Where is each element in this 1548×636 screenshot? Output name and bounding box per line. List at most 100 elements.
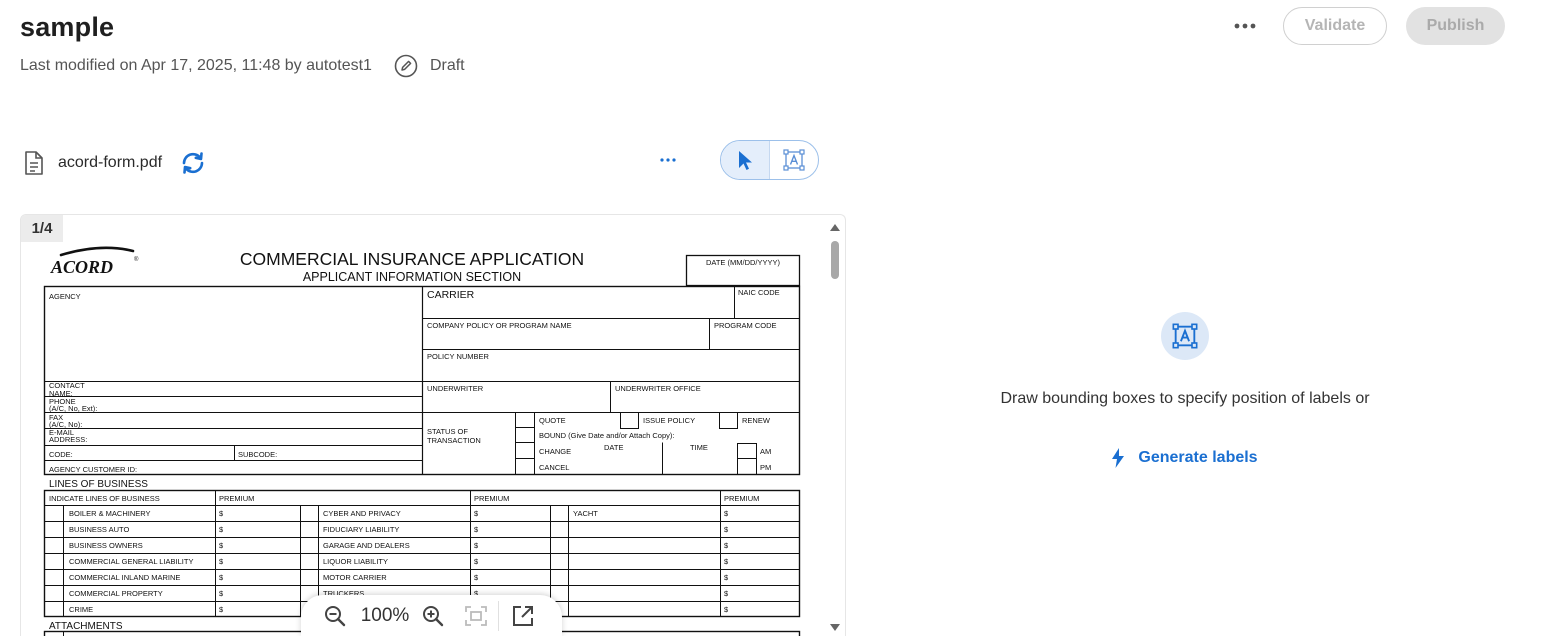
time-label: TIME <box>690 443 708 452</box>
file-toolbar: acord-form.pdf <box>22 140 822 180</box>
premium-dollar-sign: $ <box>219 541 224 550</box>
premium-dollar-sign: $ <box>474 541 479 550</box>
premium-dollar-sign: $ <box>724 509 729 518</box>
premium-dollar-sign: $ <box>219 573 224 582</box>
generate-labels-button[interactable]: Generate labels <box>1112 448 1258 468</box>
pdf-page[interactable]: ACORD ® COMMERCIAL INSURANCE APPLICATION… <box>21 215 826 636</box>
line-of-business-label: COMMERCIAL PROPERTY <box>69 589 163 598</box>
agency-customer-id-label: AGENCY CUSTOMER ID: <box>49 465 137 474</box>
zoom-in-icon <box>423 605 444 626</box>
file-more-icon[interactable] <box>656 150 680 170</box>
last-modified-text: Last modified on Apr 17, 2025, 11:48 by … <box>20 57 372 74</box>
edit-pencil-icon[interactable] <box>394 54 418 78</box>
lightning-icon <box>1112 448 1125 468</box>
select-tool-button[interactable] <box>721 141 770 179</box>
publish-button[interactable]: Publish <box>1406 7 1505 45</box>
bounding-box-icon <box>1172 323 1198 349</box>
sync-icon[interactable] <box>179 149 207 177</box>
premium-header-2: PREMIUM <box>474 494 509 503</box>
agency-label: AGENCY <box>49 292 81 301</box>
cancel-label: CANCEL <box>539 463 569 472</box>
empty-state-instructions: Draw bounding boxes to specify position … <box>1000 390 1370 407</box>
carrier-label: CARRIER <box>427 289 475 301</box>
bounding-box-icon <box>783 149 805 171</box>
line-of-business-label: LIQUOR LIABILITY <box>323 557 388 566</box>
line-of-business-label: FIDUCIARY LIABILITY <box>323 525 399 534</box>
line-of-business-label: GARAGE AND DEALERS <box>323 541 410 550</box>
indicate-lines-header: INDICATE LINES OF BUSINESS <box>49 494 160 503</box>
more-horizontal-icon <box>1234 23 1256 29</box>
status-label: Draft <box>429 57 465 74</box>
registered-mark: ® <box>134 256 139 263</box>
premium-dollar-sign: $ <box>219 525 224 534</box>
more-options-button[interactable] <box>1225 7 1265 45</box>
premium-dollar-sign: $ <box>724 573 729 582</box>
page-meta: Last modified on Apr 17, 2025, 11:48 by … <box>20 54 465 78</box>
bound-label: BOUND (Give Date and/or Attach Copy): <box>539 431 674 440</box>
line-of-business-label: CRIME <box>69 605 93 614</box>
zoom-out-button[interactable] <box>313 604 357 628</box>
zoom-level: 100% <box>360 604 410 626</box>
premium-dollar-sign: $ <box>724 589 729 598</box>
zoom-in-button[interactable] <box>413 604 453 628</box>
date-label: DATE <box>604 443 623 452</box>
open-external-icon <box>513 605 533 626</box>
transaction-label: TRANSACTION <box>427 436 481 445</box>
tool-toggle <box>720 140 819 180</box>
bounding-box-tool-button[interactable] <box>770 141 818 179</box>
file-name: acord-form.pdf <box>58 154 163 171</box>
company-policy-label: COMPANY POLICY OR PROGRAM NAME <box>427 321 572 330</box>
subcode-label: SUBCODE: <box>238 450 277 459</box>
premium-dollar-sign: $ <box>219 509 224 518</box>
acord-logo: ACORD <box>50 257 113 277</box>
premium-dollar-sign: $ <box>474 557 479 566</box>
code-label: CODE: <box>49 450 73 459</box>
lines-of-business-heading: LINES OF BUSINESS <box>49 479 148 490</box>
date-field-label: DATE (MM/DD/YYYY) <box>706 258 781 267</box>
scroll-down-icon[interactable] <box>830 624 840 631</box>
page-indicator: 1/4 <box>21 215 63 242</box>
pm-label: PM <box>760 463 771 472</box>
zoom-toolbar: 100% <box>301 595 562 636</box>
line-of-business-label: CYBER AND PRIVACY <box>323 509 401 518</box>
premium-dollar-sign: $ <box>219 605 224 614</box>
premium-dollar-sign: $ <box>724 605 729 614</box>
fit-to-page-button[interactable] <box>453 600 499 631</box>
form-title: COMMERCIAL INSURANCE APPLICATION <box>240 249 584 269</box>
labels-empty-state: Draw bounding boxes to specify position … <box>930 312 1440 473</box>
renew-label: RENEW <box>742 416 771 425</box>
page-title: sample <box>20 12 115 42</box>
generate-labels-label: Generate labels <box>1138 449 1258 466</box>
header-actions: Validate Publish <box>1225 7 1505 45</box>
line-of-business-label: BUSINESS AUTO <box>69 525 129 534</box>
status-of-label: STATUS OF <box>427 427 468 436</box>
line-of-business-label: MOTOR CARRIER <box>323 573 387 582</box>
line-of-business-label: COMMERCIAL INLAND MARINE <box>69 573 180 582</box>
phone-ext-label: (A/C, No, Ext): <box>49 404 97 413</box>
form-subtitle: APPLICANT INFORMATION SECTION <box>303 270 521 284</box>
attachments-heading: ATTACHMENTS <box>49 621 123 632</box>
scrollbar-thumb[interactable] <box>831 241 839 279</box>
issue-policy-label: ISSUE POLICY <box>643 416 695 425</box>
premium-dollar-sign: $ <box>724 541 729 550</box>
program-code-label: PROGRAM CODE <box>714 321 777 330</box>
underwriter-office-label: UNDERWRITER OFFICE <box>615 384 701 393</box>
premium-header-1: PREMIUM <box>219 494 254 503</box>
premium-header-3: PREMIUM <box>724 494 759 503</box>
premium-dollar-sign: $ <box>474 509 479 518</box>
document-viewer[interactable]: 1/4 ACORD ® COMMERCIAL INSURANCE APPLICA… <box>20 214 846 636</box>
premium-dollar-sign: $ <box>724 525 729 534</box>
fit-page-icon <box>464 605 487 626</box>
bounding-box-illustration <box>1161 312 1209 360</box>
email-address-label: ADDRESS: <box>49 435 87 444</box>
viewer-scrollbar[interactable] <box>825 215 845 636</box>
line-of-business-label: BUSINESS OWNERS <box>69 541 143 550</box>
scroll-up-icon[interactable] <box>830 224 840 231</box>
document-icon <box>25 151 43 175</box>
change-label: CHANGE <box>539 447 571 456</box>
open-external-button[interactable] <box>499 604 547 628</box>
policy-number-label: POLICY NUMBER <box>427 352 490 361</box>
am-label: AM <box>760 447 771 456</box>
validate-button[interactable]: Validate <box>1283 7 1387 45</box>
naic-code-label: NAIC CODE <box>738 288 780 297</box>
